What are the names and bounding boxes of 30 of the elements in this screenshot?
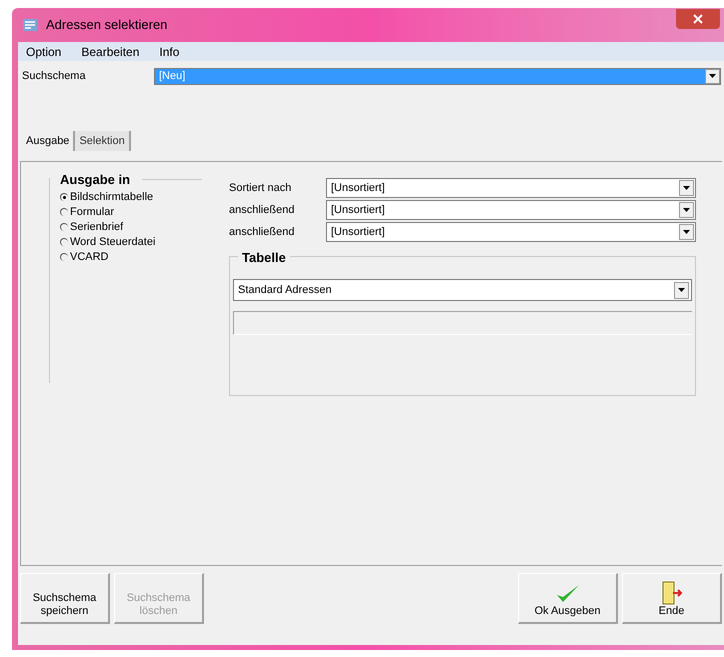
radio-label: Formular (70, 206, 114, 218)
radio-button[interactable] (60, 253, 68, 261)
radio-button[interactable] (60, 223, 68, 231)
field-label: anschließend (229, 202, 296, 218)
radio-label: VCARD (70, 252, 109, 262)
window-title: Adressen selektieren (46, 16, 168, 34)
tab[interactable]: Selektion (75, 131, 131, 151)
radio-label: Serienbrief (70, 222, 124, 232)
sort-dropdown[interactable]: [Unsortiert] (326, 222, 696, 242)
field-label: Sortiert nach (229, 180, 292, 196)
radio-label: Word Steuerdatei (70, 236, 156, 248)
field-label: Suchschema (22, 68, 87, 84)
close-icon (693, 14, 703, 24)
app-icon (22, 17, 38, 33)
radio-label: Bildschirmtabelle (70, 192, 154, 202)
scheme-button[interactable]: Suchschema speichern (20, 573, 110, 624)
field-label: anschließend (229, 224, 296, 240)
sort-dropdown[interactable]: [Unsortiert] (326, 200, 696, 220)
exit-button[interactable]: Ende (622, 573, 722, 624)
door-exit-icon (660, 581, 684, 606)
radio-button[interactable] (60, 208, 68, 216)
sort-dropdown[interactable]: [Unsortiert] (326, 178, 696, 198)
menu-item[interactable]: Bearbeiten (77, 42, 144, 60)
menu-item[interactable]: Option (22, 42, 66, 60)
close-button[interactable] (676, 9, 720, 29)
radio-button[interactable] (60, 238, 68, 246)
ok-button[interactable]: Ok Ausgeben (518, 573, 618, 624)
radio-button[interactable] (60, 193, 68, 201)
table-dropdown[interactable]: Standard Adressen (233, 279, 692, 301)
menu-item[interactable]: Info (155, 42, 184, 60)
